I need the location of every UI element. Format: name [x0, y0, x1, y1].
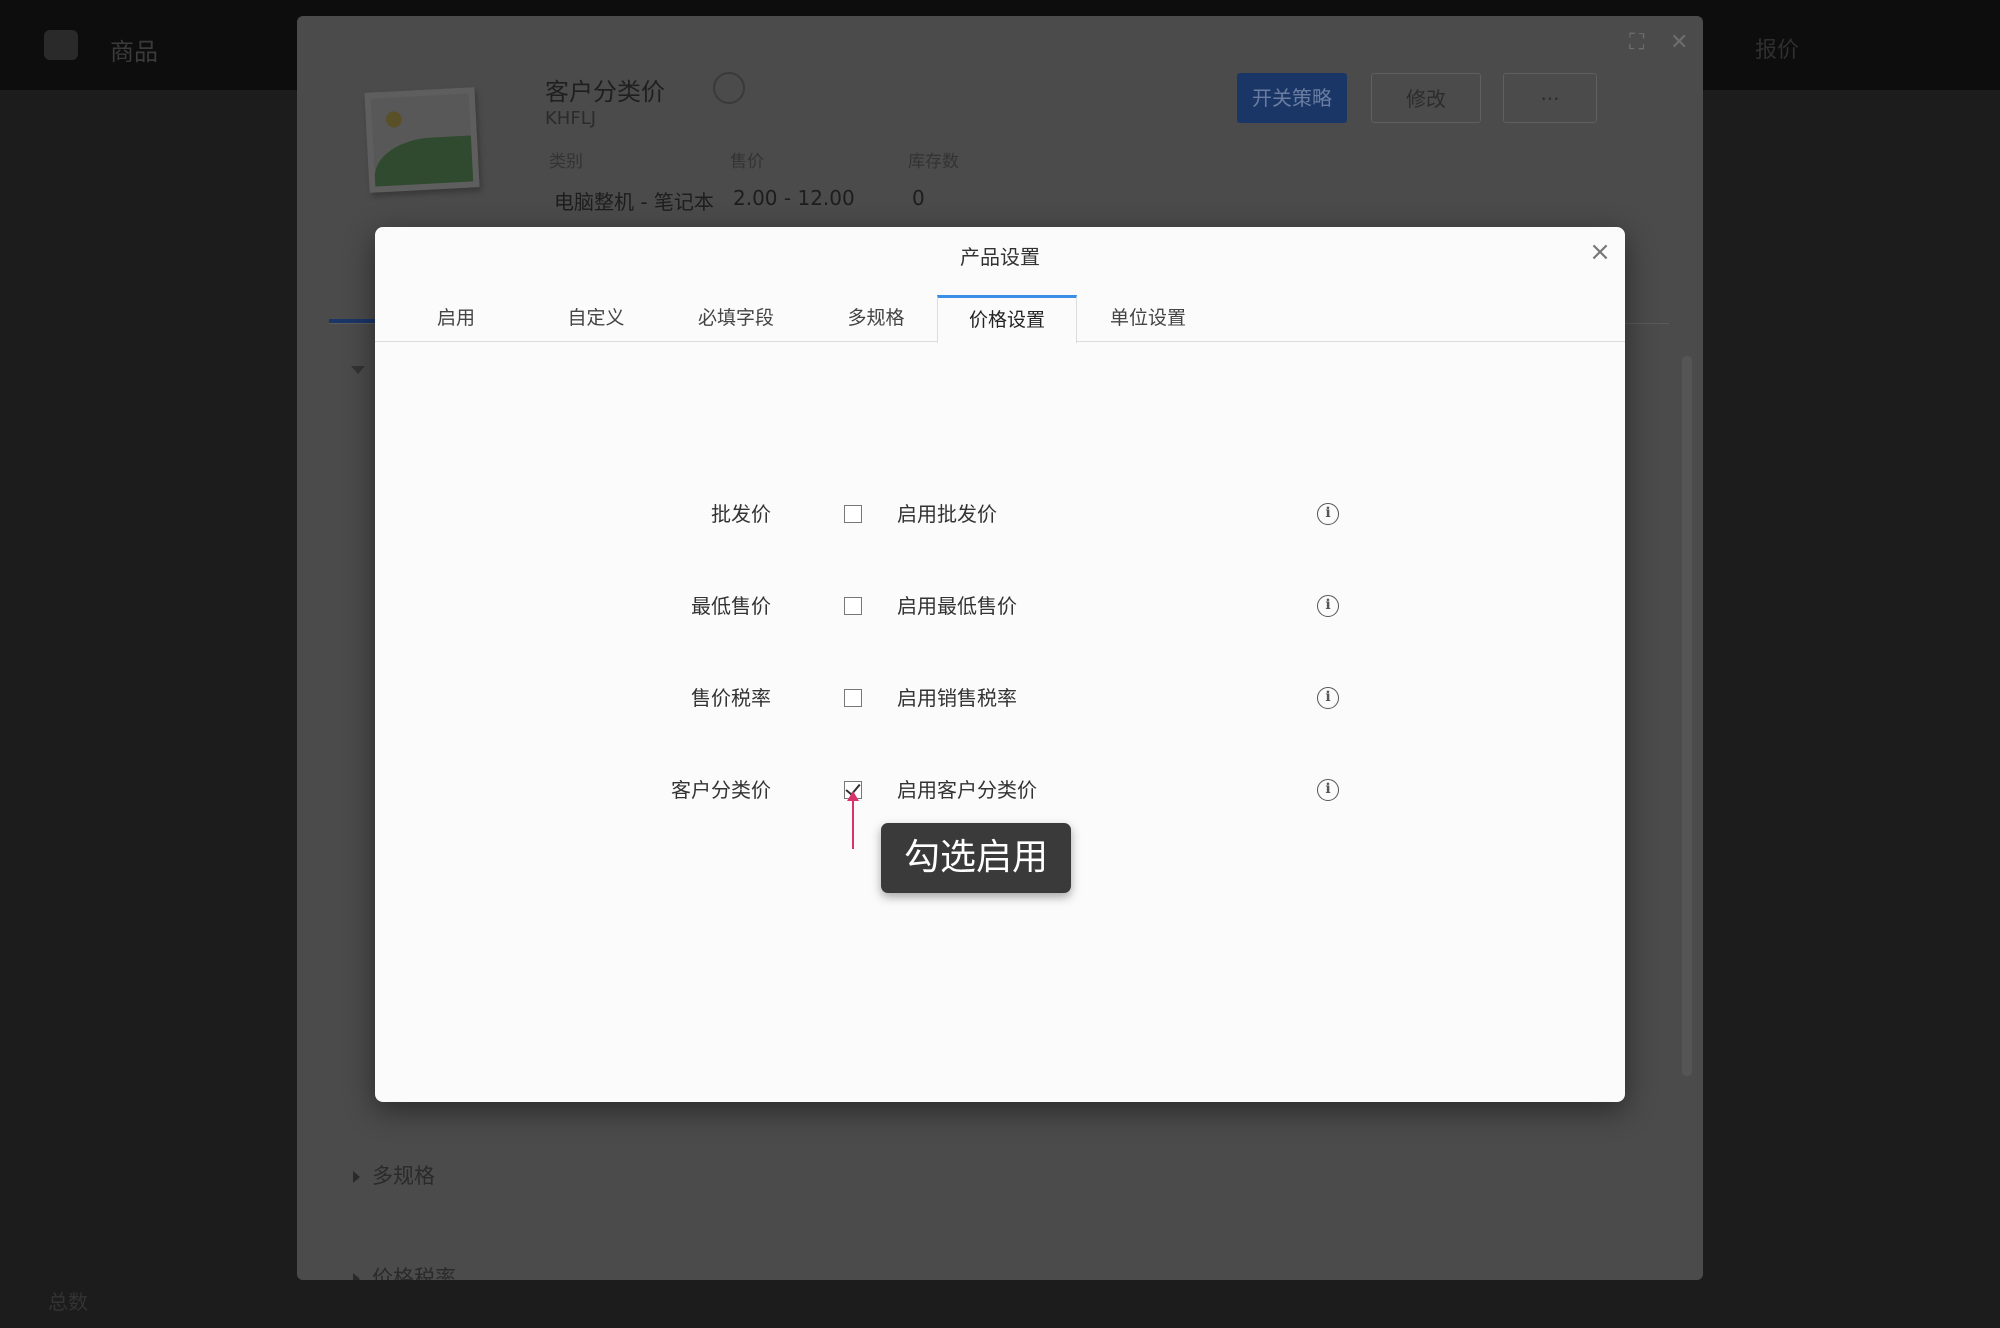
product-image-placeholder [364, 87, 480, 193]
app-logo-icon [44, 30, 78, 60]
product-settings-dialog: 产品设置 × 启用 自定义 必填字段 多规格 价格设置 单位设置 批发价 启用批… [375, 227, 1625, 1102]
meta-label-price: 售价 [730, 152, 764, 172]
meta-label-category: 类别 [549, 152, 583, 172]
product-code: KHFLJ [545, 108, 597, 129]
info-icon[interactable]: i [1317, 687, 1339, 709]
setting-option-text[interactable]: 启用批发价 [897, 494, 997, 534]
setting-row-tax-rate: 售价税率 启用销售税率 i [375, 678, 1625, 718]
section-price-tax[interactable]: 价格税率 [353, 1262, 456, 1280]
setting-label: 客户分类价 [671, 778, 771, 802]
section-multi-spec[interactable]: 多规格 [353, 1160, 435, 1190]
setting-option-text[interactable]: 启用最低售价 [897, 586, 1017, 626]
app-bottom-text: 总数 [48, 1290, 88, 1314]
chat-icon[interactable] [713, 72, 745, 104]
dialog-title: 产品设置 [960, 245, 1040, 269]
app-top-right-label: 报价 [1755, 38, 1800, 63]
meta-value-price: 2.00 - 12.00 [733, 186, 855, 210]
setting-row-wholesale: 批发价 启用批发价 i [375, 494, 1625, 534]
meta-value-category: 电脑整机 - 笔记本 [554, 190, 714, 214]
tax-rate-checkbox[interactable] [844, 689, 862, 707]
meta-value-stock: 0 [912, 186, 925, 210]
app-name: 商品 [110, 38, 158, 66]
dialog-close-icon[interactable]: × [1585, 237, 1615, 267]
detail-scrollbar[interactable] [1682, 356, 1692, 1076]
tab-unit-settings[interactable]: 单位设置 [1078, 295, 1218, 342]
setting-label: 售价税率 [691, 686, 771, 710]
tab-custom[interactable]: 自定义 [526, 295, 666, 342]
tab-required-fields[interactable]: 必填字段 [666, 295, 806, 342]
product-title: 客户分类价 [545, 78, 665, 106]
strategy-button[interactable]: 开关策略 [1237, 73, 1347, 123]
tab-price-settings[interactable]: 价格设置 [937, 295, 1077, 343]
setting-row-customer-category-price: 客户分类价 启用客户分类价 i [375, 770, 1625, 810]
info-icon[interactable]: i [1317, 779, 1339, 801]
setting-option-text[interactable]: 启用客户分类价 [897, 770, 1037, 810]
info-icon[interactable]: i [1317, 595, 1339, 617]
min-price-checkbox[interactable] [844, 597, 862, 615]
setting-label: 最低售价 [691, 594, 771, 618]
pointer-arrow-icon [847, 791, 859, 849]
setting-row-min-price: 最低售价 启用最低售价 i [375, 586, 1625, 626]
close-icon[interactable]: ✕ [1670, 30, 1688, 55]
wholesale-checkbox[interactable] [844, 505, 862, 523]
settings-tabs: 启用 自定义 必填字段 多规格 价格设置 单位设置 [375, 295, 1625, 343]
annotation-callout: 勾选启用 [881, 823, 1071, 893]
tab-enable[interactable]: 启用 [386, 295, 526, 342]
tab-multi-spec[interactable]: 多规格 [806, 295, 946, 342]
info-icon[interactable]: i [1317, 503, 1339, 525]
more-button[interactable]: ··· [1503, 73, 1597, 123]
image-hill-icon [372, 135, 474, 187]
caret-down-icon[interactable] [351, 366, 365, 374]
setting-option-text[interactable]: 启用销售税率 [897, 678, 1017, 718]
image-sun-icon [385, 111, 403, 128]
meta-label-stock: 库存数 [908, 152, 959, 172]
setting-label: 批发价 [711, 502, 771, 526]
edit-button[interactable]: 修改 [1371, 73, 1481, 123]
fullscreen-icon[interactable]: ⛶ [1629, 30, 1644, 55]
